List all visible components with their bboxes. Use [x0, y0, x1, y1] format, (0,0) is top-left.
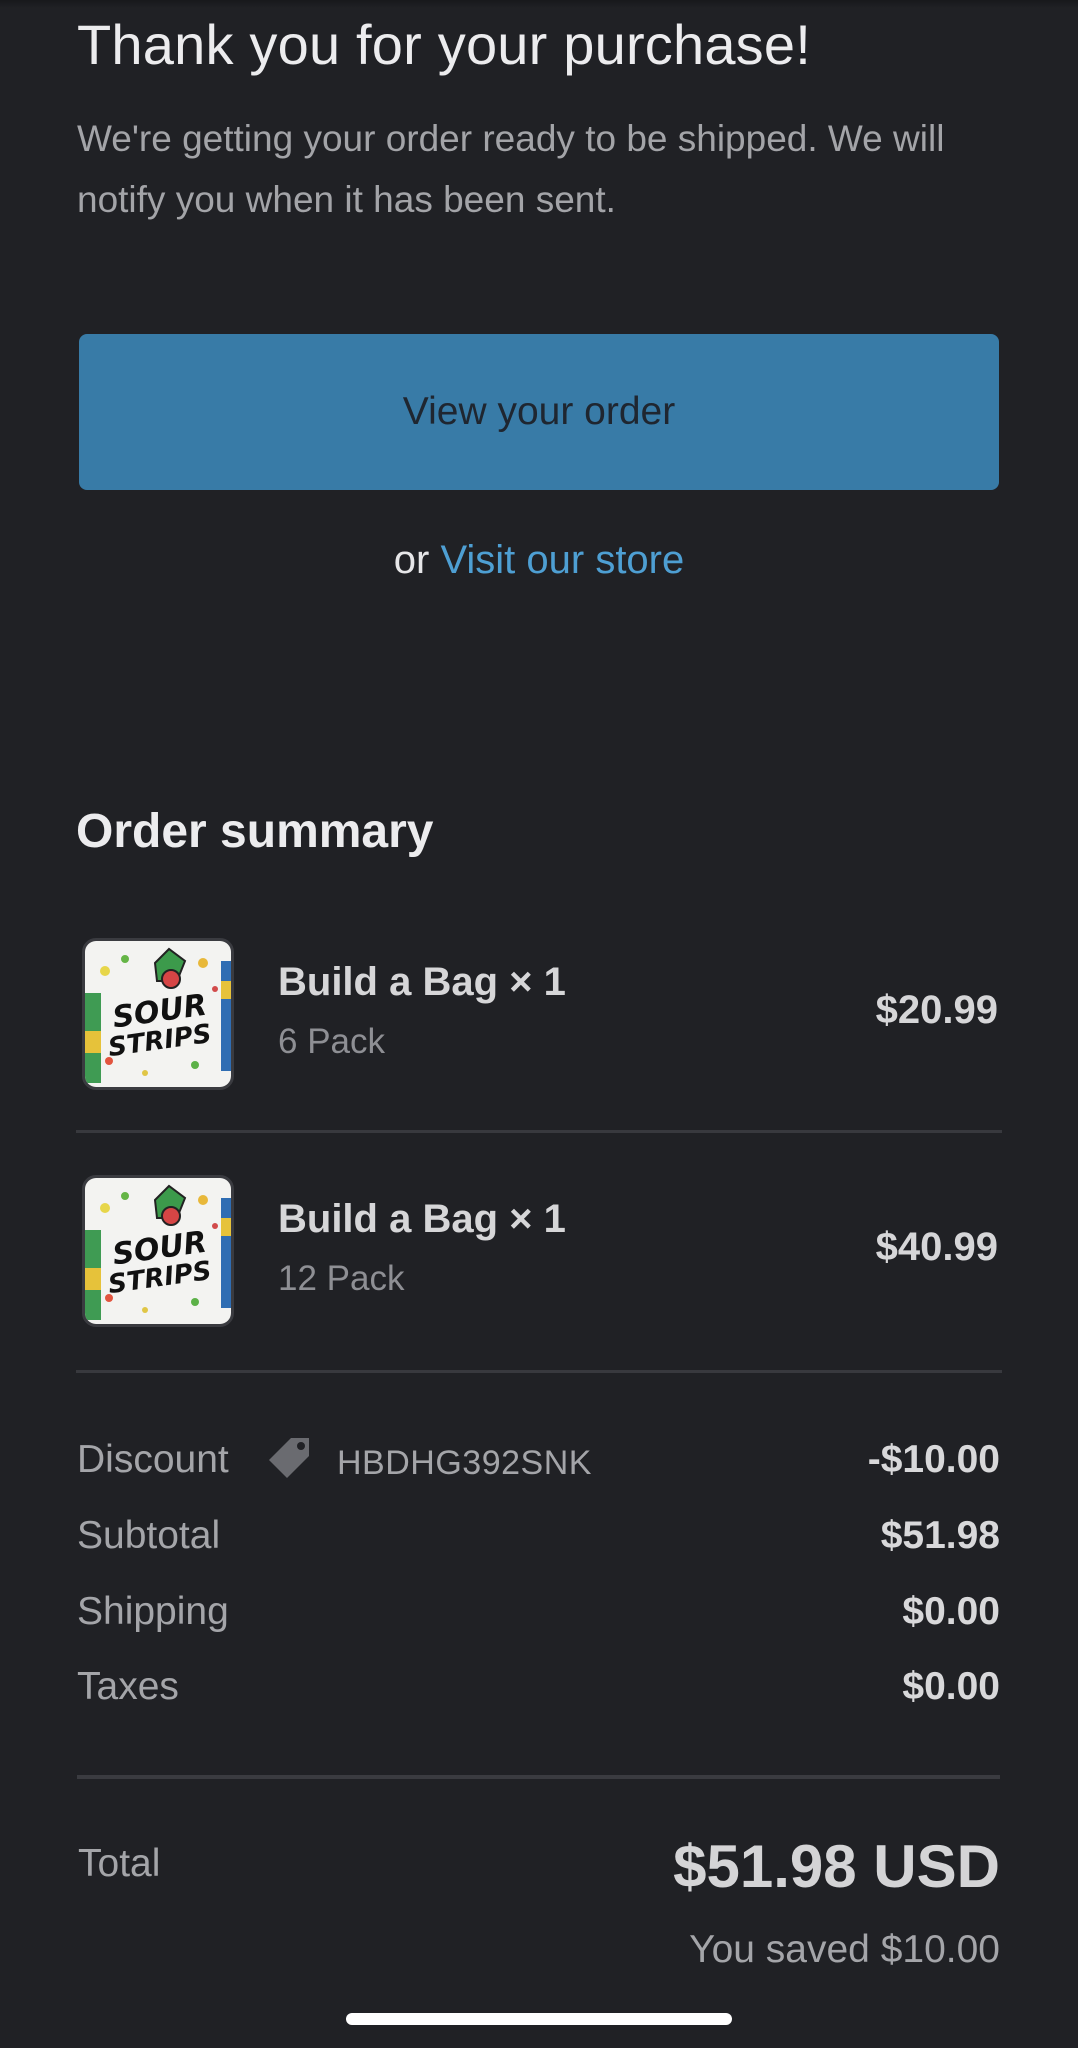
- order-confirmation-page: Thank you for your purchase! We're getti…: [0, 0, 1078, 2048]
- item-variant: 6 Pack: [278, 1022, 385, 1061]
- discount-row: Discount HBDHG392SNK -$10.00: [77, 1434, 1000, 1494]
- product-image-art: SOUR STRIPS: [85, 941, 231, 1087]
- item-variant: 12 Pack: [278, 1259, 405, 1298]
- home-indicator[interactable]: [346, 2013, 732, 2025]
- subtotal-row: Subtotal $51.98: [77, 1510, 1000, 1570]
- view-order-button[interactable]: View your order: [79, 334, 999, 490]
- order-summary-title: Order summary: [76, 805, 434, 858]
- discount-label: Discount: [77, 1438, 229, 1481]
- product-image-art: SOUR STRIPS: [85, 1178, 231, 1324]
- taxes-label: Taxes: [77, 1665, 179, 1708]
- total-value: $51.98 USD: [673, 1833, 1000, 1900]
- item-name: Build a Bag × 1: [278, 1197, 566, 1241]
- price-tag-icon: [265, 1434, 313, 1482]
- visit-store-line: or Visit our store: [0, 538, 1078, 583]
- page-subtitle: We're getting your order ready to be shi…: [77, 118, 945, 220]
- visit-store-link[interactable]: Visit our store: [440, 538, 684, 582]
- savings-text: You saved $10.00: [689, 1928, 1000, 1971]
- item-price: $40.99: [875, 1225, 998, 1269]
- shipping-label: Shipping: [77, 1590, 229, 1633]
- taxes-row: Taxes $0.00: [77, 1661, 1000, 1721]
- top-shade: [0, 0, 1078, 8]
- subtotal-label: Subtotal: [77, 1514, 221, 1557]
- total-label: Total: [78, 1842, 161, 1885]
- shipping-value: $0.00: [902, 1590, 1000, 1633]
- total-divider: [77, 1775, 1000, 1779]
- discount-code: HBDHG392SNK: [337, 1444, 592, 1482]
- order-item: SOUR STRIPS Build a Bag × 1 12 Pack $40.…: [76, 1175, 1002, 1331]
- item-divider: [76, 1130, 1002, 1133]
- page-title: Thank you for your purchase!: [77, 13, 811, 76]
- taxes-value: $0.00: [902, 1665, 1000, 1708]
- item-name: Build a Bag × 1: [278, 960, 566, 1004]
- item-price: $20.99: [875, 988, 998, 1032]
- product-image: SOUR STRIPS: [82, 938, 234, 1090]
- shipping-row: Shipping $0.00: [77, 1586, 1000, 1646]
- item-divider: [76, 1370, 1002, 1373]
- or-text: or: [393, 538, 430, 582]
- product-image: SOUR STRIPS: [82, 1175, 234, 1327]
- subtotal-value: $51.98: [880, 1514, 1000, 1557]
- order-item: SOUR STRIPS Build a Bag × 1 6 Pack $20.9…: [76, 938, 1002, 1094]
- discount-value: -$10.00: [867, 1438, 1000, 1481]
